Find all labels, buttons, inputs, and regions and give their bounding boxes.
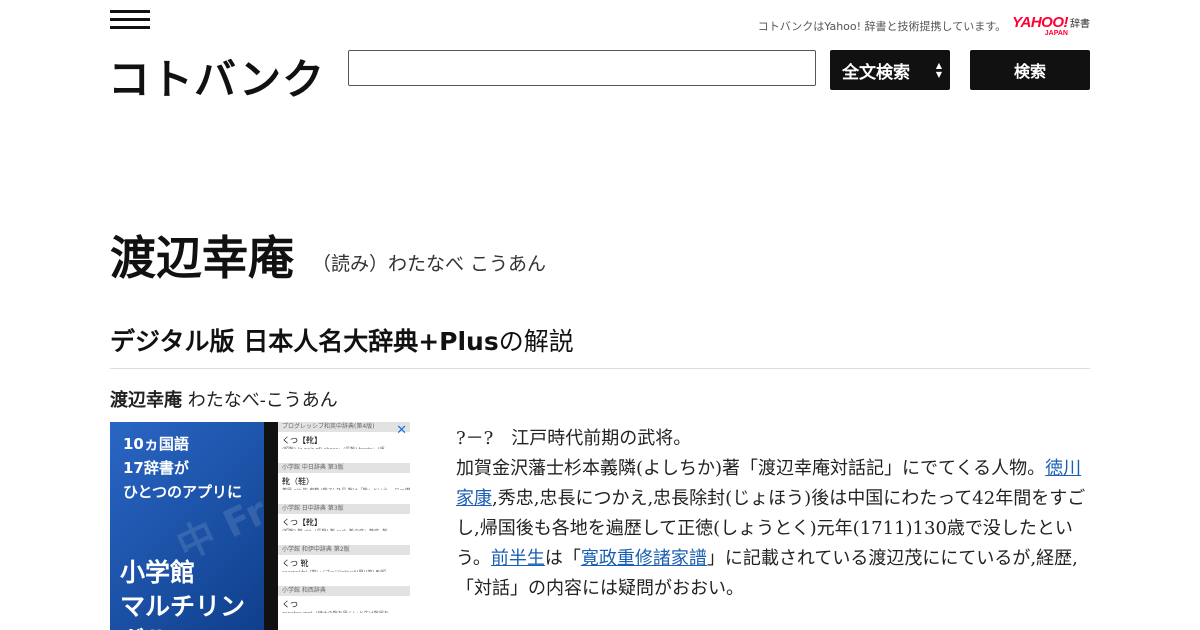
ad-close-icon[interactable]: ✕: [396, 423, 407, 438]
dictionary-name: デジタル版 日本人名大辞典+Plus: [110, 327, 499, 356]
ad-row-spacer: [278, 572, 410, 586]
ad-row-source: 小学館 和伊中辞典 第2版: [278, 545, 410, 555]
ad-row-spacer: [278, 490, 410, 504]
ad-phone-edge: [264, 422, 278, 630]
text-segment: は「: [544, 548, 581, 569]
partner-note: コトバンクはYahoo! 辞書と技術提携しています。 YAHOO! 辞書 JAP…: [758, 15, 1090, 37]
ad-row-source: プログレッシブ和英中辞典(第4版): [278, 422, 410, 432]
menu-icon[interactable]: [110, 10, 150, 32]
ad-row-spacer: [278, 613, 410, 627]
ad-row-term: 靴（鞋）: [282, 477, 314, 486]
ad-row-source: 小学館 日中辞典 第3版: [278, 504, 410, 514]
ad-row-entry: くつ【靴】(短靴) 鞋 xié, (長靴) 靴 xuē, 靴の底：鞋底, 靴: [278, 514, 410, 531]
page-title: 渡辺幸庵: [110, 231, 294, 285]
link-kansei-choshu[interactable]: 寛政重修諸家譜: [581, 548, 707, 569]
select-arrows-icon: ▲ ▼: [935, 61, 942, 79]
ad-row-spacer: [278, 531, 410, 545]
ad-phone-screen: プログレッシブ和英中辞典(第4版)くつ【靴】(短靴) (a pair of) s…: [278, 422, 410, 630]
ad-row-gloss: 革履 xié 的 皮鞋 (靴子) 乃是 靴は「靴」という、 马ー/鞋: [282, 487, 410, 490]
headword: 渡辺幸庵: [110, 390, 182, 411]
section-suffix: の解説: [498, 327, 574, 356]
link-zenhansei[interactable]: 前半生: [491, 548, 545, 569]
ad-promo: 中 Franc 10ヵ国語 17辞書が ひとつのアプリに 小学館 マルチリンガル: [110, 422, 342, 630]
search-mode-select[interactable]: 全文検索 ▲ ▼: [830, 50, 950, 90]
tagline-text: コトバンクはYahoo! 辞書と技術提携しています。: [757, 20, 1007, 33]
headword-reading: わたなべ-こうあん: [182, 390, 338, 411]
yahoo-jisho: 辞書: [1070, 19, 1090, 30]
divider: [110, 368, 1090, 369]
search-input[interactable]: [348, 50, 816, 86]
ad-row-entry: くつ 靴scarpe(女) (複) ; (ブーツ)stivali(男)(複) ¶…: [278, 555, 410, 572]
ad-row-entry: くつ【靴】(短靴) (a pair of) shoes；(長靴) boots；(…: [278, 432, 410, 449]
ad-row-spacer: [278, 449, 410, 463]
ad-brand-1: 小学館: [120, 558, 196, 587]
ad-brand-2: マルチリンガル: [120, 592, 246, 630]
entry-body: ?－? 江戸時代前期の武将。 加賀金沢藩士杉本義隣(よしちか)著「渡辺幸庵対話記…: [456, 424, 1090, 604]
yahoo-logo[interactable]: YAHOO! 辞書 JAPAN: [1012, 15, 1090, 37]
ad-copy-3: ひとつのアプリに: [123, 483, 242, 501]
ad-row-gloss: zapatos mpl. (紳士の靴を履く) ¿と生は靴履を: [282, 610, 406, 613]
ad-row-term: くつ: [282, 600, 298, 609]
ad-copy-1: 10ヵ国語: [123, 435, 189, 453]
search-mode-label: 全文検索: [842, 62, 910, 83]
entry-headword: 渡辺幸庵 わたなべ-こうあん: [110, 386, 338, 412]
ad-copy-2: 17辞書が: [123, 459, 189, 477]
ad-row-term: くつ【靴】: [282, 518, 322, 527]
yahoo-sub: JAPAN: [1044, 30, 1068, 37]
title-reading: （読み）わたなべ こうあん: [312, 253, 547, 275]
ad-row-source: 小学館 和西辞典: [278, 586, 410, 596]
text-segment: 加賀金沢藩士杉本義隣(よしちか)著「渡辺幸庵対話記」にでてくる人物。: [456, 458, 1046, 479]
ad-row-term: くつ 靴: [282, 559, 309, 568]
site-logo[interactable]: コトバンク: [108, 46, 325, 107]
yahoo-main: YAHOO!: [1012, 14, 1068, 31]
search-button[interactable]: 検索: [970, 50, 1090, 90]
ad-row-entry: 靴（鞋）革履 xié 的 皮鞋 (靴子) 乃是 靴は「靴」という、 马ー/鞋: [278, 473, 410, 490]
ad-row-source: 小学館 中日辞典 第3版: [278, 463, 410, 473]
advertisement[interactable]: 中 Franc 10ヵ国語 17辞書が ひとつのアプリに 小学館 マルチリンガル…: [110, 422, 410, 630]
ad-row-entry: くつzapatos mpl. (紳士の靴を履く) ¿と生は靴履を: [278, 596, 410, 613]
ad-brand: 小学館 マルチリンガル: [120, 556, 266, 630]
entry-summary: ?－? 江戸時代前期の武将。: [456, 428, 692, 449]
section-heading: デジタル版 日本人名大辞典+Plusの解説: [110, 322, 574, 358]
ad-row-term: くつ【靴】: [282, 436, 322, 445]
entry-description: 加賀金沢藩士杉本義隣(よしちか)著「渡辺幸庵対話記」にでてくる人物。徳川家康,秀…: [456, 454, 1090, 604]
ad-copy: 10ヵ国語 17辞書が ひとつのアプリに: [123, 432, 242, 504]
